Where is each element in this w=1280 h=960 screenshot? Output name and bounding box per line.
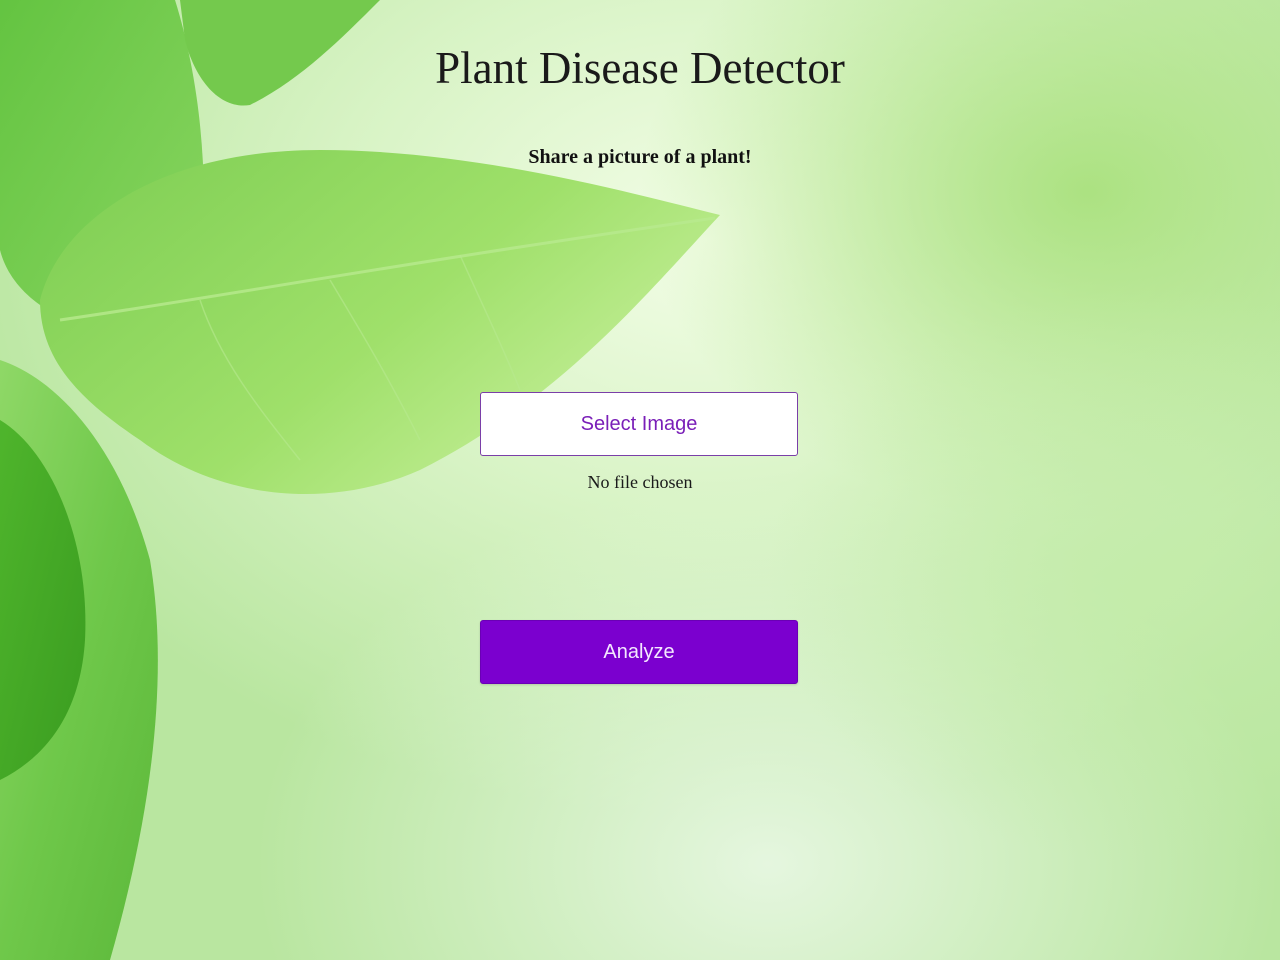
analyze-label: Analyze	[603, 640, 675, 663]
select-image-label: Select Image	[580, 412, 698, 435]
select-image-button[interactable]: Select Image	[480, 392, 798, 456]
analyze-button[interactable]: Analyze	[480, 620, 798, 684]
file-status-text: No file chosen	[587, 472, 693, 492]
page-title: Plant Disease Detector	[435, 43, 845, 93]
page-subtitle: Share a picture of a plant!	[528, 146, 752, 168]
page-content: Plant Disease Detector Share a picture o…	[0, 0, 1280, 960]
